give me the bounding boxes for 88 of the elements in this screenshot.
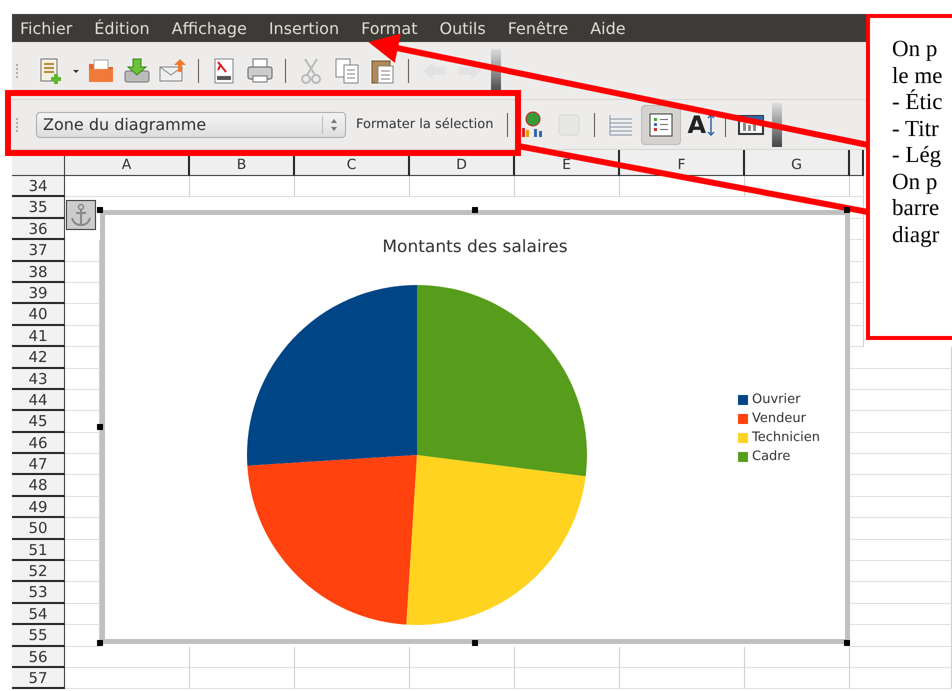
save-icon[interactable] bbox=[122, 56, 152, 86]
row-header[interactable]: 53 bbox=[12, 582, 65, 604]
legend-label: Technicien bbox=[752, 430, 820, 445]
legend-label: Ouvrier bbox=[752, 392, 800, 407]
sheet-cell[interactable] bbox=[515, 646, 620, 668]
selection-handle[interactable] bbox=[472, 640, 478, 646]
menu-item[interactable]: Fenêtre bbox=[508, 18, 568, 38]
selection-handle[interactable] bbox=[844, 207, 850, 213]
sheet-cell[interactable] bbox=[410, 176, 515, 198]
row-header[interactable]: 43 bbox=[12, 368, 65, 390]
sheet-cell[interactable] bbox=[295, 646, 410, 668]
row-header[interactable]: 35 bbox=[12, 197, 65, 219]
row-header[interactable]: 48 bbox=[12, 475, 65, 497]
anchor-icon[interactable] bbox=[66, 200, 96, 230]
row-header[interactable]: 56 bbox=[12, 646, 65, 668]
row-header[interactable]: 50 bbox=[12, 518, 65, 540]
row-header[interactable]: 45 bbox=[12, 411, 65, 433]
selection-handle[interactable] bbox=[97, 640, 103, 646]
sheet-cell[interactable] bbox=[745, 176, 850, 198]
sheet-cell[interactable] bbox=[190, 668, 295, 690]
row-header[interactable]: 42 bbox=[12, 347, 65, 369]
callout-text-line: - Lég bbox=[892, 142, 942, 168]
row-header[interactable]: 37 bbox=[12, 240, 65, 262]
sheet-cell[interactable] bbox=[410, 668, 515, 690]
printer-icon[interactable] bbox=[245, 56, 275, 86]
menu-item[interactable]: Fichier bbox=[20, 18, 72, 38]
row-header[interactable]: 51 bbox=[12, 540, 65, 562]
legend-toggle-button[interactable] bbox=[641, 104, 682, 144]
sheet-cell[interactable] bbox=[850, 176, 864, 198]
callout-text-line: barre bbox=[892, 195, 940, 222]
row-header[interactable]: 39 bbox=[12, 282, 65, 304]
row-header[interactable]: 54 bbox=[12, 604, 65, 626]
selection-handle[interactable] bbox=[844, 640, 850, 646]
callout-text-line: - Étic bbox=[892, 89, 944, 116]
legend-label: Vendeur bbox=[752, 411, 806, 426]
sheet-cell[interactable] bbox=[190, 176, 295, 198]
sheet-cell[interactable] bbox=[65, 668, 190, 690]
format-selection-button[interactable]: Formater la sélection bbox=[352, 113, 498, 136]
sheet-cell[interactable] bbox=[745, 668, 850, 690]
sheet-cell[interactable] bbox=[620, 176, 745, 198]
callout-text-line: le me bbox=[892, 62, 944, 89]
row-header[interactable]: 47 bbox=[12, 454, 65, 476]
sheet-cell[interactable] bbox=[190, 646, 295, 668]
row-header[interactable]: 41 bbox=[12, 326, 65, 348]
row-header[interactable]: 40 bbox=[12, 304, 65, 326]
scale-text-button[interactable]: A bbox=[687, 110, 716, 138]
row-header[interactable]: 52 bbox=[12, 561, 65, 582]
sheet-cell[interactable] bbox=[620, 646, 745, 668]
callout-text-line: - Titr bbox=[892, 116, 940, 142]
legend-label: Cadre bbox=[752, 449, 790, 464]
column-header[interactable] bbox=[850, 150, 864, 176]
row-header[interactable]: 38 bbox=[12, 262, 65, 283]
row-header[interactable]: 44 bbox=[12, 390, 65, 412]
column-header[interactable]: G bbox=[745, 150, 850, 176]
menu-item[interactable]: Format bbox=[361, 18, 418, 38]
row-header[interactable]: 55 bbox=[12, 625, 65, 647]
sheet-cell[interactable] bbox=[745, 646, 850, 668]
callout-text-line: On p bbox=[892, 36, 938, 62]
spinner-arrows-icon bbox=[322, 116, 339, 134]
row-header[interactable]: 46 bbox=[12, 432, 65, 454]
chart-title: Montants des salaires bbox=[381, 237, 569, 257]
menu-item[interactable]: Aide bbox=[590, 18, 626, 38]
sheet-cell[interactable] bbox=[620, 668, 745, 690]
chart-area[interactable]: Montants des salaires Ouvrier Vendeur Technicien Cadre bbox=[100, 210, 850, 644]
sheet-cell[interactable] bbox=[515, 176, 620, 198]
sheet-cell[interactable] bbox=[65, 646, 190, 668]
sheet-cell[interactable] bbox=[850, 668, 952, 690]
row-header[interactable]: 57 bbox=[12, 668, 65, 690]
sheet-cell[interactable] bbox=[295, 176, 410, 198]
sheet-cell[interactable] bbox=[515, 668, 620, 690]
callout-text-line: diagr bbox=[892, 222, 940, 248]
selection-handle[interactable] bbox=[97, 207, 103, 213]
menu-item[interactable]: Édition bbox=[94, 18, 150, 38]
callout-text-line: On p bbox=[892, 168, 938, 195]
chart-element-dropdown[interactable]: Zone du diagramme bbox=[36, 112, 346, 138]
selection-handle[interactable] bbox=[472, 207, 478, 213]
menu-item[interactable]: Affichage bbox=[172, 18, 247, 38]
up-down-arrow-icon bbox=[707, 114, 716, 136]
row-header[interactable]: 36 bbox=[12, 218, 65, 240]
sheet-cell[interactable] bbox=[410, 646, 515, 668]
menu-item[interactable]: Outils bbox=[439, 18, 486, 38]
sheet-cell[interactable] bbox=[295, 668, 410, 690]
selection-handle[interactable] bbox=[97, 424, 103, 430]
menu-item[interactable]: Insertion bbox=[268, 18, 340, 38]
row-header[interactable]: 49 bbox=[12, 496, 65, 518]
row-header[interactable]: 34 bbox=[12, 176, 65, 198]
sheet-cell[interactable] bbox=[850, 646, 952, 668]
sheet-cell[interactable] bbox=[65, 176, 190, 198]
